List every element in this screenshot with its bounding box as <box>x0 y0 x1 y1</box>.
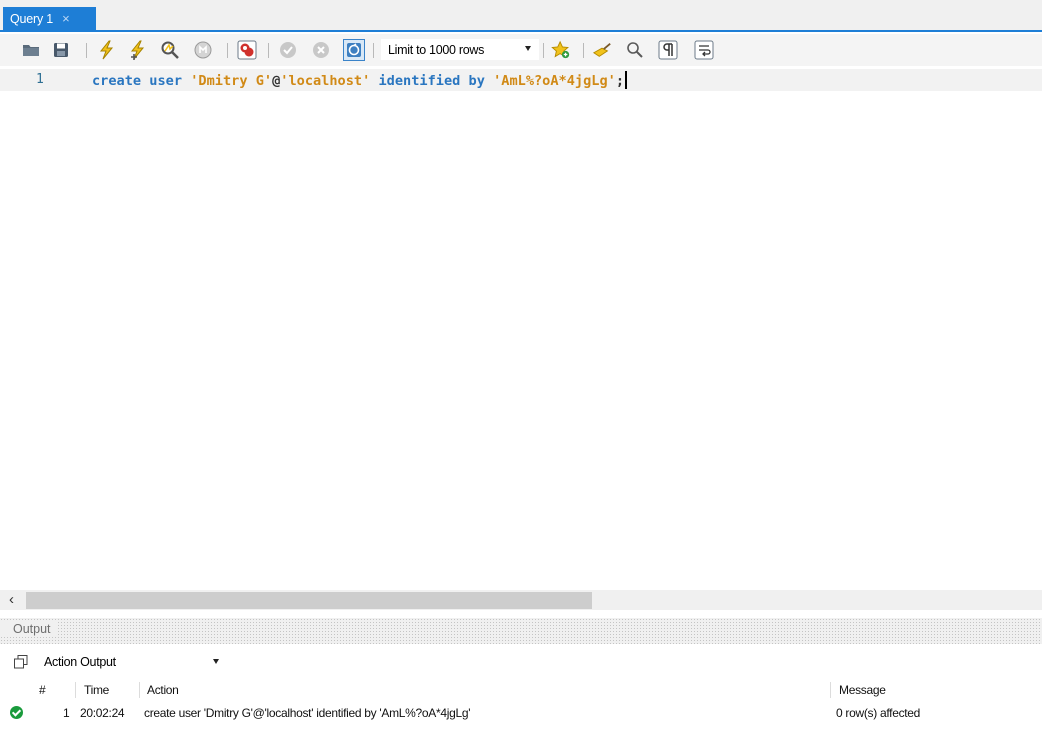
tab-query-1[interactable]: Query 1 × <box>3 7 96 30</box>
save-icon[interactable] <box>51 40 71 60</box>
string-username: 'Dmitry G' <box>190 73 273 89</box>
action-output-table: # Time Action Message 1 20:02:24 create … <box>0 678 1042 754</box>
column-header-time[interactable]: Time <box>84 683 109 697</box>
output-type-label: Action Output <box>44 655 116 669</box>
success-check-icon <box>10 706 23 719</box>
execute-icon[interactable] <box>97 40 117 60</box>
sql-editor[interactable]: 1 create user 'Dmitry G'@'localhost' ide… <box>0 66 1042 590</box>
output-selector-row: Action Output <box>0 645 1042 678</box>
line-number: 1 <box>36 72 44 87</box>
query-tab-bar: Query 1 × <box>0 0 1042 32</box>
row-num: 1 <box>63 706 70 720</box>
rollback-icon[interactable] <box>311 40 331 60</box>
keyword-user: user <box>149 73 183 89</box>
close-icon[interactable]: × <box>62 11 70 26</box>
column-header-action[interactable]: Action <box>147 683 179 697</box>
text-cursor <box>625 71 627 89</box>
table-row[interactable]: 1 20:02:24 create user 'Dmitry G'@'local… <box>0 704 1042 724</box>
semicolon: ; <box>615 73 625 89</box>
string-password: 'AmL%?oA*4jgLg' <box>493 73 616 89</box>
limit-rows-label: Limit to 1000 rows <box>388 42 485 57</box>
keyword-by: by <box>468 73 485 89</box>
column-header-message[interactable]: Message <box>839 683 886 697</box>
chevron-down-icon <box>525 46 531 51</box>
row-action: create user 'Dmitry G'@'localhost' ident… <box>144 706 471 720</box>
output-title: Output <box>0 622 56 636</box>
toggle-error-icon[interactable] <box>237 40 257 60</box>
commit-icon[interactable] <box>278 40 298 60</box>
keyword-create: create <box>92 73 142 89</box>
limit-rows-dropdown[interactable]: Limit to 1000 rows <box>381 39 539 60</box>
add-snippet-icon[interactable] <box>551 40 571 60</box>
beautify-icon[interactable] <box>592 40 612 60</box>
autocommit-icon[interactable] <box>343 39 365 61</box>
output-panel-header: Output <box>0 618 1042 644</box>
keyword-identified: identified <box>378 73 461 89</box>
row-message: 0 row(s) affected <box>836 706 921 720</box>
row-time: 20:02:24 <box>80 706 125 720</box>
string-host: 'localhost' <box>280 73 371 89</box>
explain-icon[interactable] <box>160 40 180 60</box>
editor-horizontal-scrollbar[interactable]: ‹ <box>0 590 1042 610</box>
copy-icon[interactable] <box>14 655 28 669</box>
scrollbar-thumb[interactable] <box>26 592 592 609</box>
execute-current-icon[interactable] <box>128 40 148 60</box>
stop-icon[interactable] <box>193 40 213 60</box>
find-icon[interactable] <box>625 40 645 60</box>
output-type-dropdown[interactable]: Action Output <box>37 651 227 673</box>
tab-title: Query 1 <box>10 11 54 26</box>
sql-editor-toolbar: Limit to 1000 rows <box>0 34 1042 66</box>
invisible-chars-icon[interactable] <box>658 40 678 60</box>
open-file-icon[interactable] <box>21 40 41 60</box>
scroll-left-icon[interactable]: ‹ <box>9 591 14 608</box>
chevron-down-icon <box>213 659 219 664</box>
word-wrap-icon[interactable] <box>694 40 714 60</box>
column-header-num[interactable]: # <box>39 683 46 697</box>
sql-statement[interactable]: create user 'Dmitry G'@'localhost' ident… <box>92 71 627 89</box>
